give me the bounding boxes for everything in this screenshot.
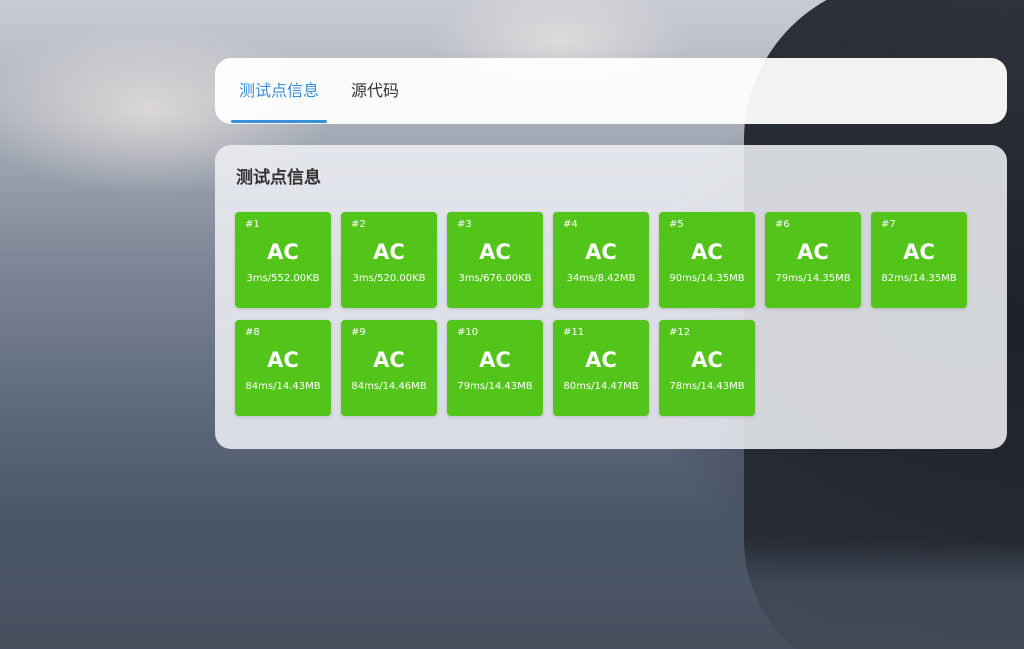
test-case-index: #10 [457, 327, 479, 338]
test-case-stats: 84ms/14.46MB [351, 381, 427, 392]
test-case-stats: 3ms/520.00KB [352, 273, 426, 284]
test-case-stats: 90ms/14.35MB [669, 273, 745, 284]
test-case-status: AC [479, 348, 511, 372]
background-sea [0, 540, 1024, 649]
test-case-card[interactable]: #7 AC 82ms/14.35MB [871, 212, 967, 308]
test-case-status: AC [373, 348, 405, 372]
test-case-stats: 84ms/14.43MB [245, 381, 321, 392]
test-case-index: #7 [881, 219, 896, 230]
test-case-stats: 80ms/14.47MB [563, 381, 639, 392]
test-case-card[interactable]: #4 AC 34ms/8.42MB [553, 212, 649, 308]
test-case-status: AC [373, 240, 405, 264]
test-case-status: AC [691, 348, 723, 372]
test-case-index: #8 [245, 327, 260, 338]
test-case-index: #6 [775, 219, 790, 230]
test-case-index: #11 [563, 327, 585, 338]
panel-title: 测试点信息 [236, 168, 321, 188]
test-case-index: #4 [563, 219, 578, 230]
test-case-stats: 78ms/14.43MB [669, 381, 745, 392]
active-tab-indicator [231, 120, 327, 123]
test-case-status: AC [691, 240, 723, 264]
test-case-index: #3 [457, 219, 472, 230]
test-case-status: AC [267, 240, 299, 264]
tab-bar: 测试点信息 源代码 [215, 58, 1007, 124]
tab-source-code[interactable]: 源代码 [351, 58, 399, 124]
tab-test-points[interactable]: 测试点信息 [239, 58, 319, 124]
test-case-card[interactable]: #9 AC 84ms/14.46MB [341, 320, 437, 416]
test-case-card[interactable]: #1 AC 3ms/552.00KB [235, 212, 331, 308]
test-case-stats: 3ms/552.00KB [246, 273, 320, 284]
test-case-grid: #1 AC 3ms/552.00KB #2 AC 3ms/520.00KB #3… [235, 212, 975, 416]
test-case-status: AC [797, 240, 829, 264]
test-case-stats: 82ms/14.35MB [881, 273, 957, 284]
test-case-index: #2 [351, 219, 366, 230]
test-case-card[interactable]: #3 AC 3ms/676.00KB [447, 212, 543, 308]
test-case-status: AC [585, 348, 617, 372]
test-case-stats: 34ms/8.42MB [566, 273, 636, 284]
test-case-index: #12 [669, 327, 691, 338]
test-case-card[interactable]: #8 AC 84ms/14.43MB [235, 320, 331, 416]
test-case-card[interactable]: #10 AC 79ms/14.43MB [447, 320, 543, 416]
test-points-panel: 测试点信息 #1 AC 3ms/552.00KB #2 AC 3ms/520.0… [215, 145, 1007, 449]
test-case-card[interactable]: #11 AC 80ms/14.47MB [553, 320, 649, 416]
test-case-card[interactable]: #12 AC 78ms/14.43MB [659, 320, 755, 416]
test-case-status: AC [267, 348, 299, 372]
test-case-index: #1 [245, 219, 260, 230]
test-case-stats: 79ms/14.43MB [457, 381, 533, 392]
test-case-status: AC [903, 240, 935, 264]
test-case-card[interactable]: #2 AC 3ms/520.00KB [341, 212, 437, 308]
test-case-card[interactable]: #6 AC 79ms/14.35MB [765, 212, 861, 308]
test-case-index: #9 [351, 327, 366, 338]
test-case-index: #5 [669, 219, 684, 230]
test-case-status: AC [585, 240, 617, 264]
test-case-status: AC [479, 240, 511, 264]
test-case-stats: 79ms/14.35MB [775, 273, 851, 284]
test-case-card[interactable]: #5 AC 90ms/14.35MB [659, 212, 755, 308]
test-case-stats: 3ms/676.00KB [458, 273, 532, 284]
